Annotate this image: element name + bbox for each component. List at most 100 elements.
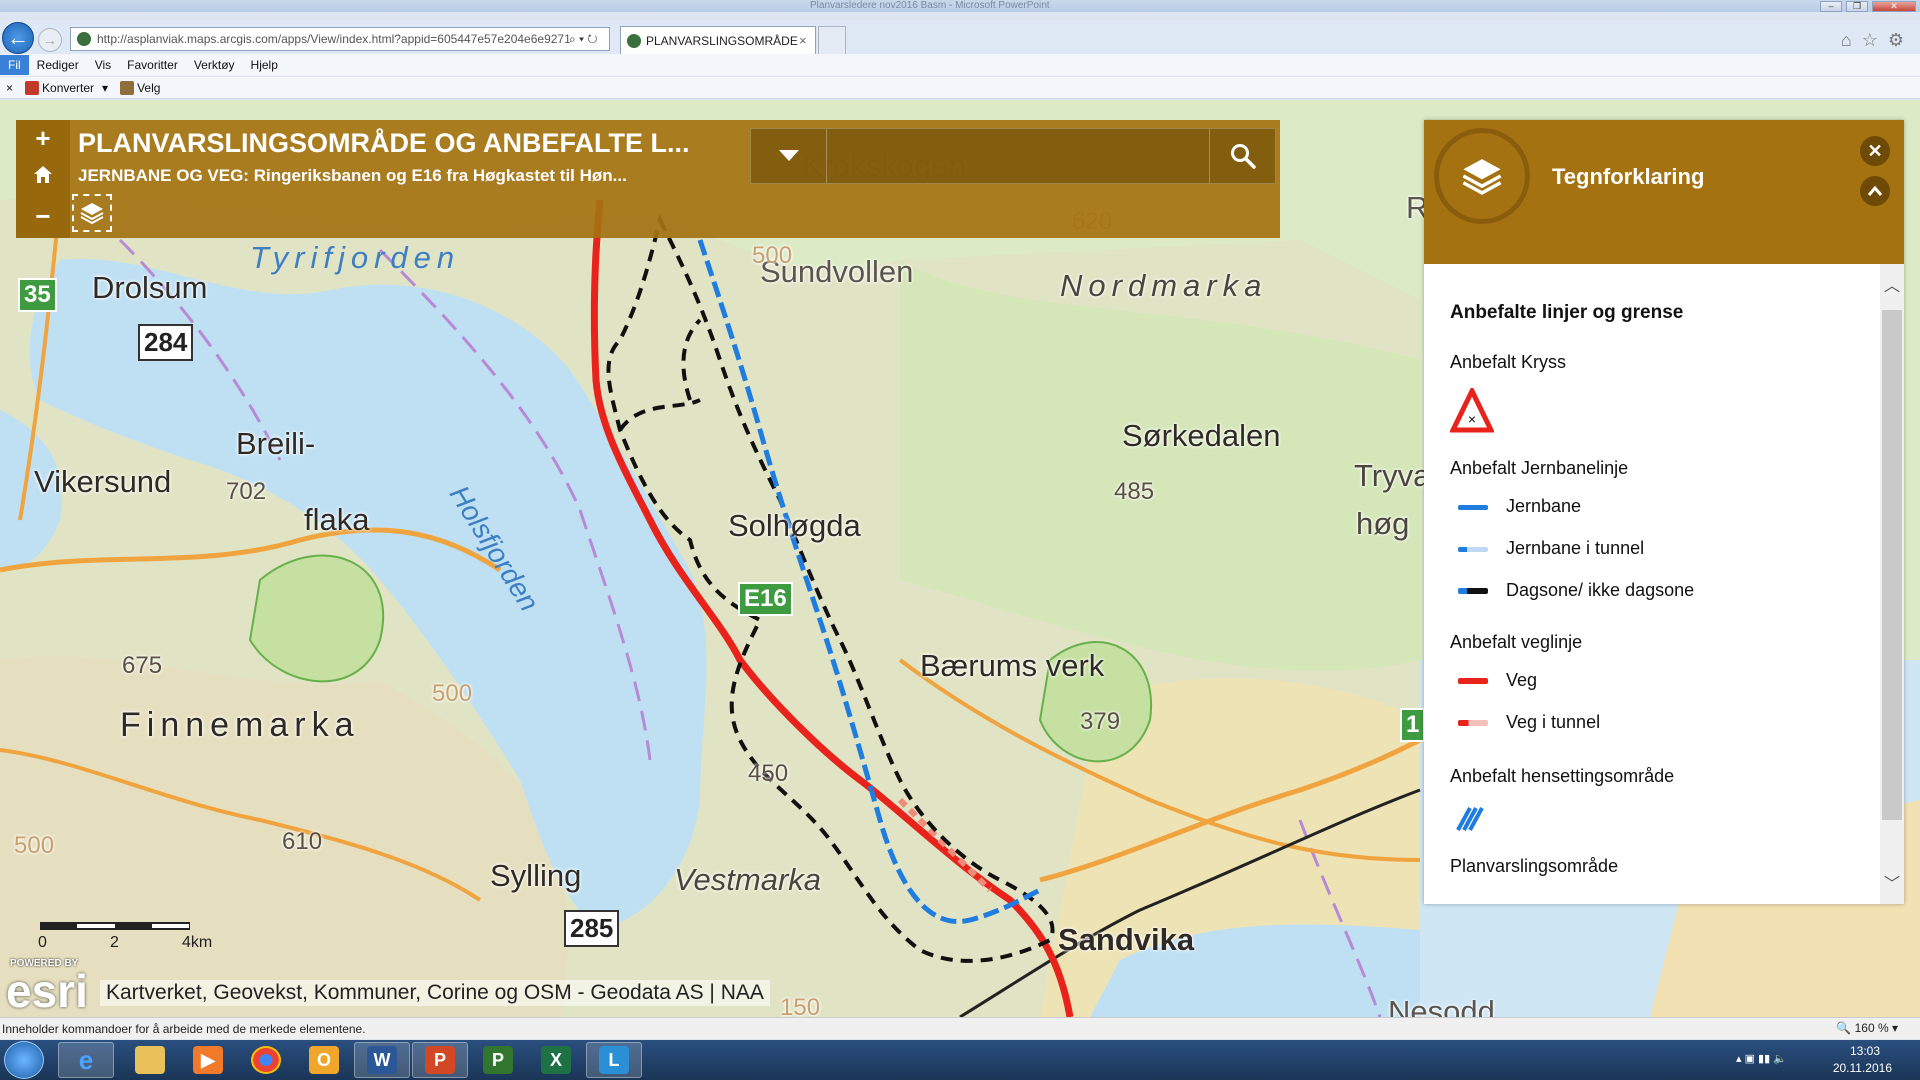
legend-item-veg-tunnel: Veg i tunnel: [1450, 712, 1600, 733]
powerpoint-icon: P: [425, 1046, 455, 1074]
esri-logo[interactable]: POWERED BY esri: [6, 958, 106, 1017]
road-shield-1: 1: [1400, 708, 1426, 742]
app-header-panel: + − PLANVARSLINGSOMRÅDE OG ANBEFALTE L..…: [16, 120, 1280, 238]
back-button[interactable]: ←: [2, 22, 34, 54]
forward-button[interactable]: →: [38, 28, 62, 52]
taskbar-media-player[interactable]: ▶: [180, 1042, 236, 1078]
legend-layers-icon: [1434, 128, 1530, 224]
legend-label-veg: Veg: [1506, 670, 1538, 690]
menu-bar: Fil Rediger Vis Favoritter Verktøy Hjelp: [0, 54, 1920, 76]
road-tunnel-swatch: [1450, 713, 1496, 733]
legend-item-hensetting: [1450, 804, 1490, 834]
legend-collapse-button[interactable]: [1860, 176, 1890, 206]
convert-button[interactable]: Konverter ▾: [19, 80, 114, 95]
system-tray: ▴ ▣ ▮▮ 🔈 13:03 20.11.2016: [1730, 1040, 1920, 1080]
tab-label: PLANVARSLINGSOMRÅDE ...: [646, 33, 799, 48]
search-refresh-icons[interactable]: ⌕ ▾ ↻: [569, 32, 609, 47]
media-player-icon: ▶: [193, 1046, 223, 1074]
taskbar-outlook[interactable]: O: [296, 1042, 352, 1078]
map-attribution: Kartverket, Geovekst, Kommuner, Corine o…: [100, 980, 770, 1006]
word-icon: W: [367, 1046, 397, 1074]
status-text: Inneholder kommandoer for å arbeide med …: [2, 1021, 366, 1036]
close-window-button[interactable]: ✕: [1872, 1, 1916, 12]
legend-item-veg: Veg: [1450, 670, 1537, 691]
legend-label-dagsone: Dagsone/ ikke dagsone: [1506, 580, 1695, 600]
start-button[interactable]: [4, 1041, 44, 1079]
status-bar: Inneholder kommandoer for å arbeide med …: [0, 1017, 1920, 1039]
scroll-down-icon[interactable]: ﹀: [1882, 870, 1902, 893]
taskbar-explorer[interactable]: [122, 1042, 178, 1078]
taskbar-word[interactable]: W: [354, 1042, 410, 1078]
legend-scrollbar[interactable]: ︿ ﹀: [1880, 264, 1904, 904]
clock-time[interactable]: 13:03: [1850, 1044, 1880, 1058]
chevron-down-icon: [778, 150, 799, 161]
legend-group-kryss: Anbefalt Kryss: [1450, 352, 1567, 372]
site-favicon-icon: [77, 32, 91, 46]
legend-label-jernbane: Jernbane: [1506, 496, 1582, 516]
scale-label-2: 2: [110, 934, 119, 951]
legend-header: Tegnforklaring ✕: [1424, 120, 1904, 264]
lync-icon: L: [599, 1046, 629, 1074]
minimize-button[interactable]: –: [1820, 1, 1842, 12]
home-favorites-settings-icons[interactable]: ⌂☆⚙: [1841, 30, 1914, 51]
legend-section-title: Anbefalte linjer og grense: [1450, 302, 1684, 323]
address-bar-row: ← → http://asplanviak.maps.arcgis.com/ap…: [0, 20, 1920, 58]
app-title: PLANVARSLINGSOMRÅDE OG ANBEFALTE L...: [78, 128, 690, 158]
legend-close-button[interactable]: ✕: [1860, 136, 1890, 166]
taskbar-chrome[interactable]: [238, 1042, 294, 1078]
road-shield-284: 284: [138, 324, 194, 361]
maximize-button[interactable]: ❐: [1846, 1, 1868, 12]
menu-rediger[interactable]: Rediger: [29, 55, 87, 75]
road-shield-e16: E16: [738, 582, 793, 616]
taskbar-lync[interactable]: L: [586, 1042, 642, 1078]
taskbar-internet-explorer[interactable]: e: [58, 1042, 114, 1078]
command-bar-close-icon[interactable]: ×: [0, 81, 19, 95]
convert-dropdown-icon[interactable]: ▾: [102, 81, 108, 95]
search-input[interactable]: [829, 129, 1209, 183]
scale-label-4km: 4km: [182, 934, 213, 951]
url-text: http://asplanviak.maps.arcgis.com/apps/V…: [97, 32, 569, 46]
legend-group-hensetting: Anbefalt hensettingsområde: [1450, 766, 1675, 786]
map-view[interactable]: Tyrifjorden Holsfjorden Drolsum Nordmark…: [0, 100, 1920, 1017]
taskbar-excel[interactable]: X: [528, 1042, 584, 1078]
legend-label-jernbane-tunnel: Jernbane i tunnel: [1506, 538, 1645, 558]
clock-date[interactable]: 20.11.2016: [1833, 1061, 1892, 1075]
scale-label-0: 0: [38, 934, 47, 951]
home-button[interactable]: [16, 158, 70, 194]
zoom-out-button[interactable]: −: [16, 198, 70, 234]
zoom-level[interactable]: 🔍 160 % ▾: [1836, 1021, 1898, 1035]
tab-close-icon[interactable]: ×: [799, 33, 815, 48]
layers-toggle-button[interactable]: [72, 194, 112, 232]
select-icon: [120, 80, 135, 95]
svg-text:×: ×: [1468, 411, 1476, 427]
menu-verktoy[interactable]: Verktøy: [186, 55, 243, 75]
taskbar-powerpoint[interactable]: P: [412, 1042, 468, 1078]
legend-item-jernbane: Jernbane: [1450, 496, 1581, 517]
legend-scroll-thumb[interactable]: [1882, 310, 1902, 820]
search-icon: [1230, 144, 1256, 169]
menu-favoritter[interactable]: Favoritter: [119, 55, 186, 75]
tray-icons[interactable]: ▴ ▣ ▮▮ 🔈: [1736, 1052, 1787, 1065]
legend-group-planvarsling: Planvarslingsområde: [1450, 856, 1619, 876]
road-shield-285: 285: [564, 910, 620, 947]
window-titlebar: Planvarsledere nov2016 Basm - Microsoft …: [0, 0, 1920, 12]
convert-label: Konverter: [42, 80, 95, 95]
legend-body: Anbefalte linjer og grense Anbefalt Krys…: [1424, 264, 1880, 904]
legend-item-kryss: ×: [1450, 388, 1494, 434]
search-button[interactable]: [1209, 129, 1275, 183]
search-source-dropdown[interactable]: [751, 129, 827, 183]
zoom-controls: + −: [16, 120, 70, 238]
tab-arcgis[interactable]: PLANVARSLINGSOMRÅDE ... ×: [620, 26, 816, 54]
menu-vis[interactable]: Vis: [87, 55, 119, 75]
menu-fil[interactable]: Fil: [0, 55, 29, 75]
new-tab-button[interactable]: [818, 26, 846, 54]
pdf-convert-icon: [25, 80, 40, 95]
url-field[interactable]: http://asplanviak.maps.arcgis.com/apps/V…: [70, 27, 610, 51]
menu-hjelp[interactable]: Hjelp: [243, 55, 286, 75]
select-button[interactable]: Velg: [114, 80, 166, 95]
home-icon: [34, 166, 52, 183]
scroll-up-icon[interactable]: ︿: [1882, 272, 1902, 295]
legend-group-veg: Anbefalt veglinje: [1450, 632, 1583, 652]
taskbar-project[interactable]: P: [470, 1042, 526, 1078]
zoom-in-button[interactable]: +: [16, 120, 70, 156]
